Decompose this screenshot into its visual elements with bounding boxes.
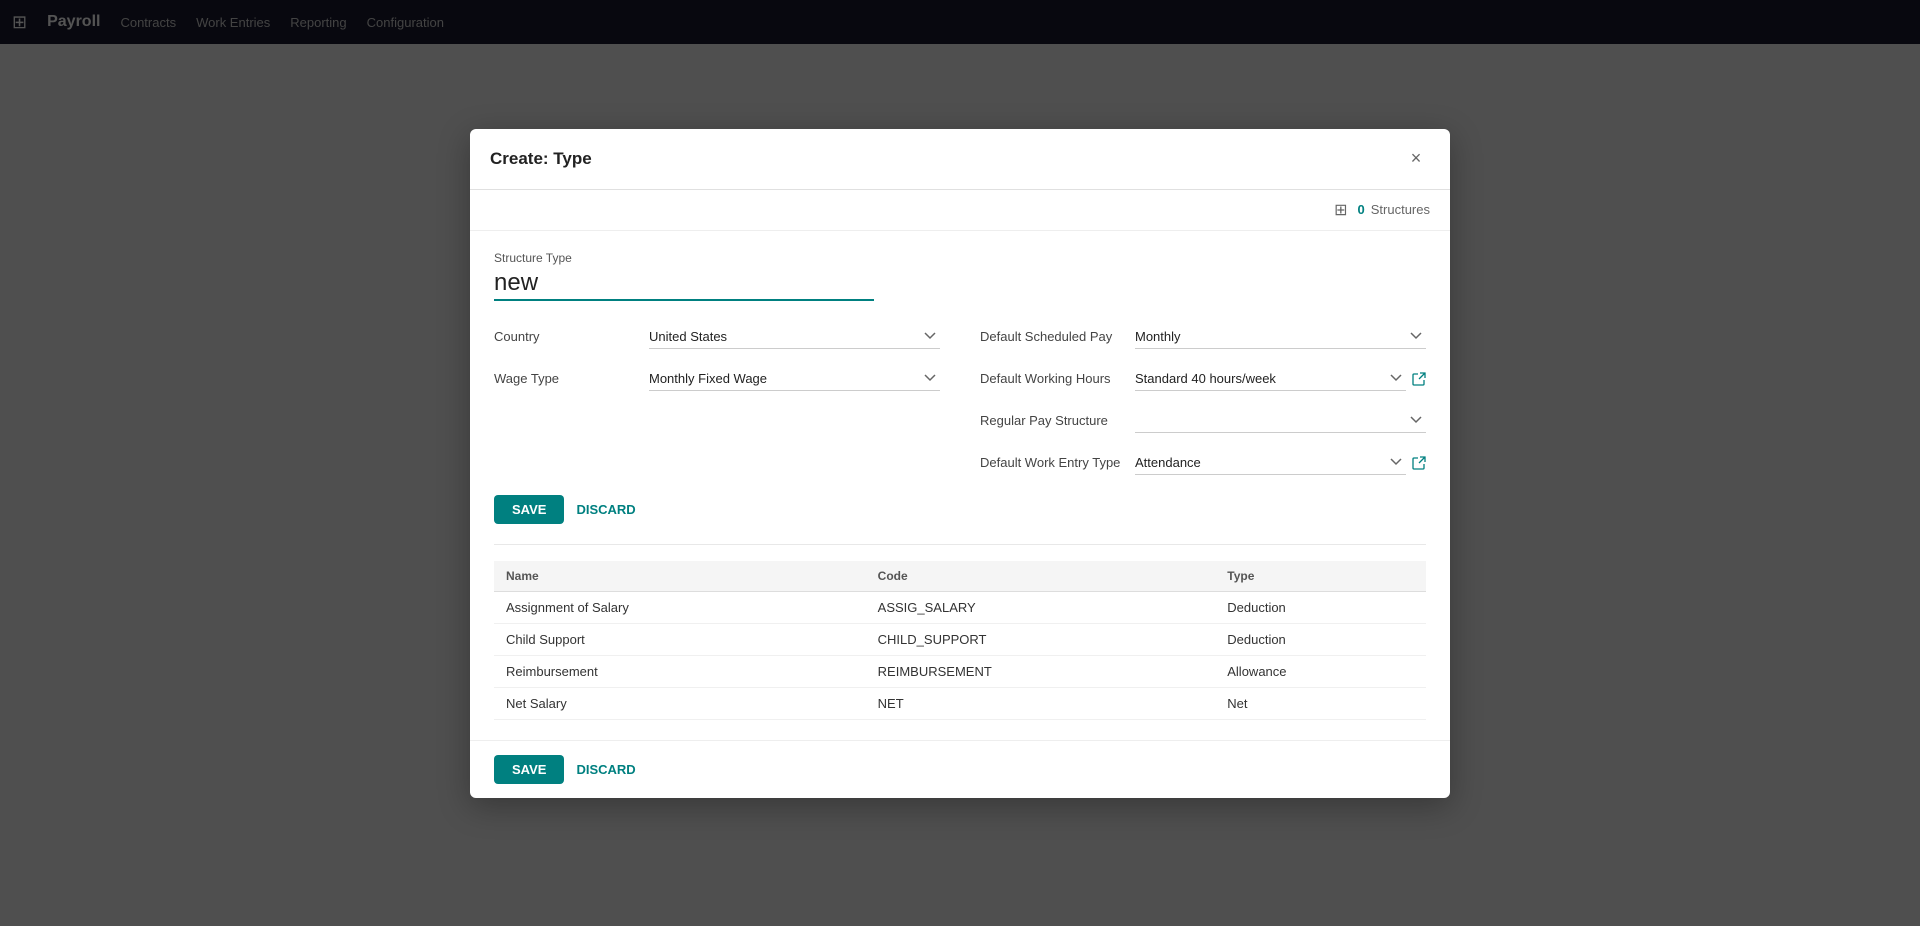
wage-type-value: Monthly Fixed Wage	[649, 367, 940, 391]
row-name: Child Support	[494, 623, 866, 655]
regular-pay-structure-row: Regular Pay Structure	[980, 409, 1426, 433]
scheduled-pay-value: Monthly	[1135, 325, 1426, 349]
country-label: Country	[494, 329, 649, 344]
form-grid: Country United States Wage Type Monthly	[494, 325, 1426, 475]
regular-pay-structure-value	[1135, 409, 1426, 433]
scheduled-pay-label: Default Scheduled Pay	[980, 329, 1135, 344]
row-code: ASSIG_SALARY	[866, 591, 1216, 623]
row-name: Net Salary	[494, 687, 866, 719]
form-right: Default Scheduled Pay Monthly Default Wo…	[980, 325, 1426, 475]
col-name-header: Name	[494, 561, 866, 592]
row-name: Assignment of Salary	[494, 591, 866, 623]
structures-bar: ⊞ 0 Structures	[470, 190, 1450, 231]
work-entry-type-label: Default Work Entry Type	[980, 455, 1135, 470]
create-type-modal: Create: Type × ⊞ 0 Structures Structure …	[470, 129, 1450, 798]
col-code-header: Code	[866, 561, 1216, 592]
structures-table-body: Assignment of Salary ASSIG_SALARY Deduct…	[494, 591, 1426, 719]
row-code: NET	[866, 687, 1216, 719]
top-save-button[interactable]: SAVE	[494, 495, 564, 524]
bottom-save-button[interactable]: SAVE	[494, 755, 564, 784]
country-value: United States	[649, 325, 940, 349]
bottom-actions: SAVE DISCARD	[470, 740, 1450, 798]
bottom-discard-button[interactable]: DISCARD	[576, 762, 635, 777]
table-row: Net Salary NET Net	[494, 687, 1426, 719]
table-row: Assignment of Salary ASSIG_SALARY Deduct…	[494, 591, 1426, 623]
table-row: Reimbursement REIMBURSEMENT Allowance	[494, 655, 1426, 687]
modal-header: Create: Type ×	[470, 129, 1450, 190]
working-hours-row: Default Working Hours Standard 40 hours/…	[980, 367, 1426, 391]
modal-close-button[interactable]: ×	[1402, 145, 1430, 173]
wage-type-row: Wage Type Monthly Fixed Wage	[494, 367, 940, 391]
modal-overlay: Create: Type × ⊞ 0 Structures Structure …	[0, 0, 1920, 926]
section-divider	[494, 544, 1426, 545]
work-entry-type-select[interactable]: Attendance	[1135, 451, 1406, 475]
row-type: Deduction	[1215, 591, 1426, 623]
structures-grid-icon: ⊞	[1334, 200, 1347, 220]
work-entry-type-row: Default Work Entry Type Attendance	[980, 451, 1426, 475]
row-type: Deduction	[1215, 623, 1426, 655]
regular-pay-structure-select[interactable]	[1135, 409, 1426, 433]
form-left: Country United States Wage Type Monthly	[494, 325, 940, 475]
structures-table: Name Code Type Assignment of Salary ASSI…	[494, 561, 1426, 720]
wage-type-select[interactable]: Monthly Fixed Wage	[649, 367, 940, 391]
row-type: Net	[1215, 687, 1426, 719]
table-header: Name Code Type	[494, 561, 1426, 592]
col-type-header: Type	[1215, 561, 1426, 592]
table-row: Child Support CHILD_SUPPORT Deduction	[494, 623, 1426, 655]
modal-title: Create: Type	[490, 149, 592, 169]
row-code: REIMBURSEMENT	[866, 655, 1216, 687]
structure-type-input[interactable]	[494, 269, 874, 301]
work-entry-external-link[interactable]	[1412, 456, 1426, 470]
wage-type-label: Wage Type	[494, 371, 649, 386]
top-actions: SAVE DISCARD	[494, 475, 1426, 528]
row-type: Allowance	[1215, 655, 1426, 687]
modal-body: Structure Type Country United States	[470, 231, 1450, 740]
work-entry-type-value: Attendance	[1135, 451, 1426, 475]
row-code: CHILD_SUPPORT	[866, 623, 1216, 655]
structures-label: Structures	[1371, 202, 1430, 217]
working-hours-label: Default Working Hours	[980, 371, 1135, 386]
country-select[interactable]: United States	[649, 325, 940, 349]
working-hours-external-link[interactable]	[1412, 372, 1426, 386]
regular-pay-structure-label: Regular Pay Structure	[980, 413, 1135, 428]
row-name: Reimbursement	[494, 655, 866, 687]
structure-type-label: Structure Type	[494, 251, 1426, 265]
working-hours-select[interactable]: Standard 40 hours/week	[1135, 367, 1406, 391]
structures-count: 0	[1358, 202, 1365, 217]
top-discard-button[interactable]: DISCARD	[576, 502, 635, 517]
scheduled-pay-row: Default Scheduled Pay Monthly	[980, 325, 1426, 349]
country-row: Country United States	[494, 325, 940, 349]
working-hours-value: Standard 40 hours/week	[1135, 367, 1426, 391]
structure-type-section: Structure Type	[494, 251, 1426, 301]
scheduled-pay-select[interactable]: Monthly	[1135, 325, 1426, 349]
